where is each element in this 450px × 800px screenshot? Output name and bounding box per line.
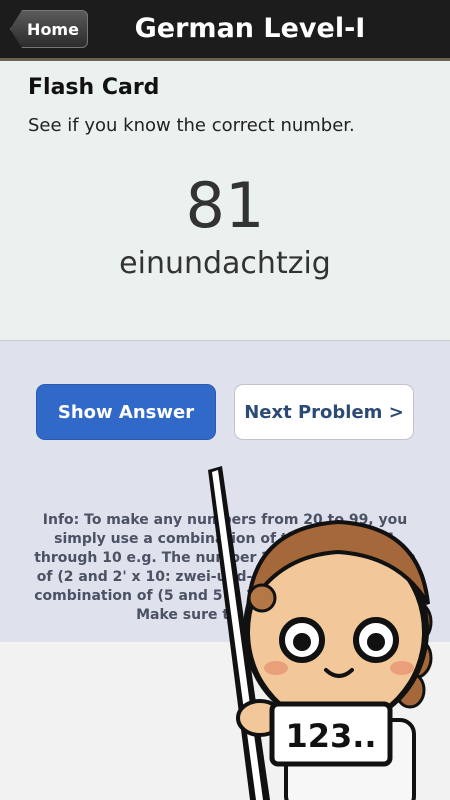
flash-card-word: einundachtzig <box>119 246 331 281</box>
info-panel: Info: To make any numbers from 20 to 99,… <box>0 489 450 642</box>
info-text: Info: To make any numbers from 20 to 99,… <box>34 512 416 623</box>
actions-panel: Show Answer Next Problem > <box>0 340 450 490</box>
mascot-smile <box>324 668 354 678</box>
mascot-body <box>284 718 416 800</box>
show-answer-button[interactable]: Show Answer <box>36 384 216 440</box>
home-button[interactable]: Home <box>10 10 88 48</box>
top-bar: Home German Level-I <box>0 0 450 61</box>
number-sign-text: 123.. <box>285 717 376 755</box>
flash-card: Flash Card See if you know the correct n… <box>0 61 450 340</box>
page-title: German Level-I <box>134 13 366 44</box>
next-problem-button[interactable]: Next Problem > <box>234 384 414 440</box>
mascot-hand <box>236 699 284 737</box>
flash-card-subtitle: See if you know the correct number. <box>28 115 355 136</box>
flash-card-heading: Flash Card <box>28 75 160 100</box>
number-sign <box>269 701 393 767</box>
flash-card-number: 81 <box>185 169 265 242</box>
